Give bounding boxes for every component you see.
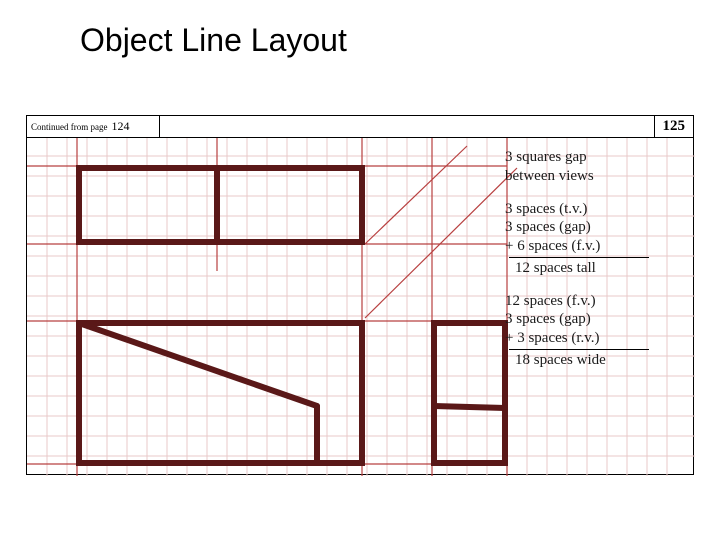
annotation-sum: 18 spaces wide <box>505 351 685 370</box>
annotations: 3 squares gap between views 3 spaces (t.… <box>505 148 685 384</box>
annotation-rule <box>509 257 649 258</box>
annotation-text: 3 spaces (t.v.) <box>505 200 685 219</box>
annotation-text: 3 spaces (gap) <box>505 310 685 329</box>
sketch-area: Continued from page 124 125 <box>26 115 694 475</box>
annotation-rule <box>509 349 649 350</box>
continued-from-label: Continued from page <box>27 122 107 132</box>
annotation-text: + 3 spaces (r.v.) <box>505 329 685 348</box>
slide-title: Object Line Layout <box>80 22 347 59</box>
notebook-header: Continued from page 124 125 <box>27 116 693 138</box>
annotation-text: 3 spaces (gap) <box>505 218 685 237</box>
page-number: 125 <box>654 116 694 137</box>
annotation-text: between views <box>505 167 685 186</box>
annotation-sum: 12 spaces tall <box>505 259 685 278</box>
annotation-gap: 3 squares gap between views <box>505 148 685 186</box>
annotation-text: 3 squares gap <box>505 148 685 167</box>
annotation-text: + 6 spaces (f.v.) <box>505 237 685 256</box>
annotation-text: 12 spaces (f.v.) <box>505 292 685 311</box>
continued-from-value: 124 <box>111 119 129 134</box>
annotation-wide: 12 spaces (f.v.) 3 spaces (gap) + 3 spac… <box>505 292 685 370</box>
annotation-tall: 3 spaces (t.v.) 3 spaces (gap) + 6 space… <box>505 200 685 278</box>
